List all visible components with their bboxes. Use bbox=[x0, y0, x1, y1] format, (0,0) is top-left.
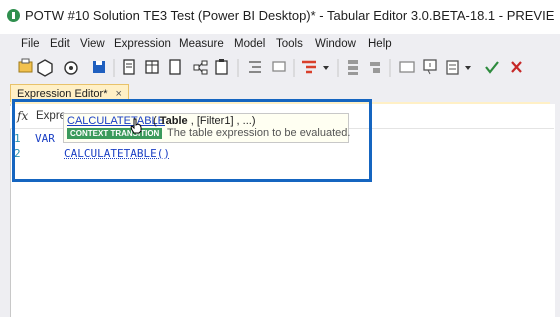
format-icon[interactable] bbox=[272, 61, 286, 72]
cancel-icon[interactable] bbox=[511, 61, 522, 73]
menu-tools[interactable]: Tools bbox=[276, 38, 303, 50]
new-icon[interactable] bbox=[169, 59, 181, 75]
document-icon[interactable] bbox=[123, 59, 135, 75]
window-icon[interactable] bbox=[399, 61, 415, 73]
table-icon[interactable] bbox=[145, 60, 159, 74]
comment-icon[interactable] bbox=[423, 59, 437, 75]
stack-icon[interactable] bbox=[348, 60, 358, 75]
align-icon[interactable] bbox=[302, 60, 329, 74]
hierarchy-icon[interactable] bbox=[193, 60, 208, 75]
accept-icon[interactable] bbox=[485, 61, 499, 74]
save-icon[interactable] bbox=[93, 61, 105, 73]
menu-help[interactable]: Help bbox=[368, 38, 392, 50]
title-bar: POTW #10 Solution TE3 Test (Power BI Des… bbox=[0, 0, 560, 32]
paste-icon[interactable] bbox=[215, 59, 228, 75]
menu-bar: File Edit View Expression Measure Model … bbox=[0, 34, 560, 54]
deploy-icon[interactable] bbox=[64, 61, 78, 75]
menu-model[interactable]: Model bbox=[234, 38, 265, 50]
model-icon[interactable] bbox=[37, 59, 53, 77]
highlight-box bbox=[12, 99, 372, 182]
menu-measure[interactable]: Measure bbox=[179, 38, 224, 50]
app-icon bbox=[7, 9, 20, 22]
open-icon[interactable] bbox=[18, 58, 33, 73]
menu-window[interactable]: Window bbox=[315, 38, 356, 50]
stack-alt-icon[interactable] bbox=[370, 62, 380, 73]
menu-view[interactable]: View bbox=[80, 38, 105, 50]
menu-edit[interactable]: Edit bbox=[50, 38, 70, 50]
more-icon[interactable] bbox=[446, 60, 471, 75]
window-title: POTW #10 Solution TE3 Test (Power BI Des… bbox=[25, 8, 555, 23]
toolbar-icons bbox=[18, 58, 522, 77]
indent-icon[interactable] bbox=[249, 61, 261, 73]
menu-expression[interactable]: Expression bbox=[114, 38, 171, 50]
menu-file[interactable]: File bbox=[21, 38, 40, 50]
